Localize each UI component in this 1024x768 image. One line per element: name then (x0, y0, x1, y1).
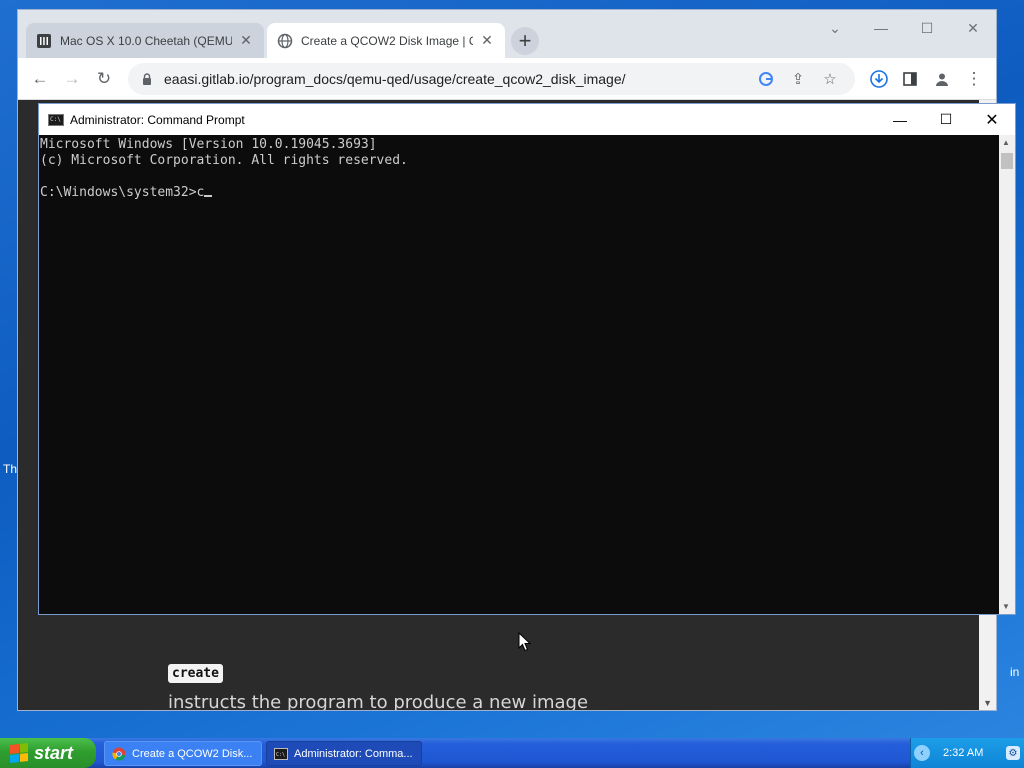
profile-icon[interactable] (928, 65, 956, 93)
side-panel-icon[interactable] (896, 65, 924, 93)
close-icon[interactable]: ✕ (238, 32, 254, 49)
cmd-app-icon: C:\ (48, 113, 64, 126)
taskbar-item-cmd[interactable]: C:\ Administrator: Comma... (266, 741, 422, 766)
bookmark-star-icon[interactable]: ☆ (817, 66, 843, 92)
desktop-text-fragment-right: in (1010, 665, 1020, 679)
windows-flag-icon (10, 743, 28, 763)
taskbar: start Create a QCOW2 Disk... C:\ Adminis… (0, 738, 1024, 768)
tab-mac-os-cheetah[interactable]: Mac OS X 10.0 Cheetah (QEMU) ✕ (26, 23, 264, 58)
cmd-title-bar[interactable]: C:\ Administrator: Command Prompt — ☐ ✕ (39, 104, 1015, 135)
minimize-button[interactable]: — (861, 14, 901, 42)
scroll-thumb[interactable] (1001, 153, 1013, 169)
console-prompt: C:\Windows\system32>c (40, 185, 205, 200)
desktop-text-fragment-left: Th (3, 462, 18, 476)
console-line: (c) Microsoft Corporation. All rights re… (40, 153, 408, 168)
forward-arrow-icon[interactable]: → (58, 65, 86, 93)
tab-strip: Mac OS X 10.0 Cheetah (QEMU) ✕ Create a … (18, 10, 996, 58)
scroll-up-arrow-icon[interactable]: ▲ (1002, 138, 1010, 147)
menu-kebab-icon[interactable]: ⋮ (960, 65, 988, 93)
cmd-close-button[interactable]: ✕ (969, 104, 1015, 135)
download-icon[interactable] (865, 65, 893, 93)
tray-app-icon[interactable]: ⚙ (1006, 746, 1020, 760)
start-button[interactable]: start (0, 738, 96, 768)
close-window-button[interactable]: ✕ (953, 14, 993, 42)
google-lens-icon[interactable] (753, 66, 779, 92)
console-output[interactable]: Microsoft Windows [Version 10.0.19045.36… (39, 135, 999, 614)
cmd-minimize-button[interactable]: — (877, 104, 923, 135)
address-url: eaasi.gitlab.io/program_docs/qemu-qed/us… (164, 71, 626, 87)
close-icon[interactable]: ✕ (479, 32, 495, 49)
scroll-down-arrow-icon[interactable]: ▼ (983, 698, 992, 708)
new-tab-button[interactable]: + (511, 27, 539, 55)
share-icon[interactable]: ⇪ (785, 66, 811, 92)
console-prompt-line: C:\Windows\system32>c (40, 185, 999, 201)
text-cursor (204, 195, 213, 197)
reload-icon[interactable]: ↻ (90, 65, 118, 93)
svg-text:C:\: C:\ (276, 752, 285, 758)
scroll-down-arrow-icon[interactable]: ▼ (1002, 602, 1010, 611)
clock[interactable]: 2:32 AM (943, 747, 983, 759)
tray-expand-chevron-icon[interactable]: ‹ (914, 745, 930, 761)
maximize-button[interactable]: ☐ (907, 14, 947, 42)
tab-title: Mac OS X 10.0 Cheetah (QEMU) (60, 33, 232, 48)
chrome-icon (112, 747, 126, 761)
tab-create-qcow2[interactable]: Create a QCOW2 Disk Image | Q ✕ (267, 23, 505, 58)
tab-search-chevron-icon[interactable]: ⌄ (815, 14, 855, 42)
lock-icon (140, 72, 154, 86)
globe-icon (277, 33, 293, 49)
cmd-title: Administrator: Command Prompt (70, 112, 245, 127)
mouse-pointer-icon (518, 632, 532, 652)
museum-icon (36, 33, 52, 49)
cmd-icon: C:\ (274, 747, 288, 761)
tab-title: Create a QCOW2 Disk Image | Q (301, 33, 473, 48)
cmd-maximize-button[interactable]: ☐ (923, 104, 969, 135)
address-bar[interactable]: eaasi.gitlab.io/program_docs/qemu-qed/us… (128, 63, 855, 95)
taskbar-item-label: Administrator: Comma... (294, 747, 413, 760)
cmd-scrollbar[interactable]: ▲ ▼ (999, 135, 1015, 614)
command-prompt-window: C:\ Administrator: Command Prompt — ☐ ✕ … (38, 103, 1016, 615)
page-description-text: instructs the program to produce a new i… (168, 692, 589, 710)
taskbar-item-chrome[interactable]: Create a QCOW2 Disk... (104, 741, 262, 766)
system-tray: ‹ 2:32 AM ⚙ (910, 738, 1024, 768)
taskbar-item-label: Create a QCOW2 Disk... (132, 747, 253, 760)
code-create-label: create (168, 664, 223, 683)
console-line: Microsoft Windows [Version 10.0.19045.36… (40, 137, 377, 152)
browser-toolbar: ← → ↻ eaasi.gitlab.io/program_docs/qemu-… (18, 58, 996, 100)
back-arrow-icon[interactable]: ← (26, 65, 54, 93)
start-label: start (34, 742, 74, 763)
